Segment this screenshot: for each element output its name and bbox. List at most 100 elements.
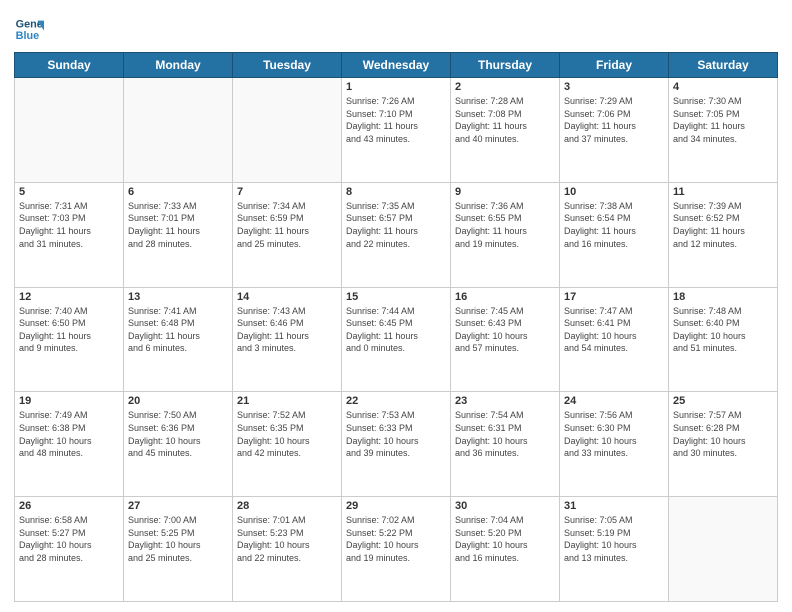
calendar-cell: 17 Sunrise: 7:47 AM Sunset: 6:41 PM Dayli… (560, 287, 669, 392)
day-info: Sunrise: 7:52 AM Sunset: 6:35 PM Dayligh… (237, 409, 337, 459)
calendar-cell: 23Sunrise: 7:54 AM Sunset: 6:31 PM Dayli… (451, 392, 560, 497)
calendar-cell: 22 Sunrise: 7:53 AM Sunset: 6:33 PM Dayli… (342, 392, 451, 497)
day-number: 7 (237, 186, 337, 198)
calendar-cell: 1 Sunrise: 7:26 AM Sunset: 7:10 PM Daylig… (342, 78, 451, 183)
day-info: Sunrise: 7:01 AM Sunset: 5:23 PM Dayligh… (237, 514, 337, 564)
calendar-cell (15, 78, 124, 183)
calendar-cell: 18Sunrise: 7:48 AM Sunset: 6:40 PM Dayli… (669, 287, 778, 392)
day-info: Sunrise: 7:36 AM Sunset: 6:55 PM Dayligh… (455, 200, 555, 250)
calendar-cell: 30 Sunrise: 7:04 AM Sunset: 5:20 PM Dayli… (451, 497, 560, 602)
day-number: 28 (237, 500, 337, 512)
calendar-cell: 9 Sunrise: 7:36 AM Sunset: 6:55 PM Daylig… (451, 182, 560, 287)
calendar-cell: 15 Sunrise: 7:44 AM Sunset: 6:45 PM Dayli… (342, 287, 451, 392)
calendar-table: SundayMondayTuesdayWednesdayThursdayFrid… (14, 52, 778, 602)
day-number: 10 (564, 186, 664, 198)
day-info: Sunrise: 7:50 AM Sunset: 6:36 PM Dayligh… (128, 409, 228, 459)
day-number: 29 (346, 500, 446, 512)
day-number: 16 (455, 291, 555, 303)
calendar-cell (669, 497, 778, 602)
day-info: Sunrise: 7:31 AM Sunset: 7:03 PM Dayligh… (19, 200, 119, 250)
day-number: 19 (19, 395, 119, 407)
weekday-header-row: SundayMondayTuesdayWednesdayThursdayFrid… (15, 53, 778, 78)
day-number: 4 (673, 81, 773, 93)
calendar-cell: 28 Sunrise: 7:01 AM Sunset: 5:23 PM Dayli… (233, 497, 342, 602)
day-number: 9 (455, 186, 555, 198)
day-number: 5 (19, 186, 119, 198)
calendar-cell: 8 Sunrise: 7:35 AM Sunset: 6:57 PM Daylig… (342, 182, 451, 287)
weekday-header-saturday: Saturday (669, 53, 778, 78)
day-number: 24 (564, 395, 664, 407)
calendar-body: 1 Sunrise: 7:26 AM Sunset: 7:10 PM Daylig… (15, 78, 778, 602)
calendar-cell: 5 Sunrise: 7:31 AM Sunset: 7:03 PM Daylig… (15, 182, 124, 287)
day-info: Sunrise: 7:30 AM Sunset: 7:05 PM Dayligh… (673, 95, 773, 145)
day-info: Sunrise: 7:47 AM Sunset: 6:41 PM Dayligh… (564, 305, 664, 355)
day-number: 20 (128, 395, 228, 407)
svg-text:Blue: Blue (16, 30, 39, 42)
day-info: Sunrise: 7:02 AM Sunset: 5:22 PM Dayligh… (346, 514, 446, 564)
day-info: Sunrise: 7:49 AM Sunset: 6:38 PM Dayligh… (19, 409, 119, 459)
logo: General Blue (14, 14, 44, 44)
day-info: Sunrise: 7:00 AM Sunset: 5:25 PM Dayligh… (128, 514, 228, 564)
calendar-cell: 6 Sunrise: 7:33 AM Sunset: 7:01 PM Daylig… (124, 182, 233, 287)
calendar-cell: 10 Sunrise: 7:38 AM Sunset: 6:54 PM Dayli… (560, 182, 669, 287)
week-row-1: 1 Sunrise: 7:26 AM Sunset: 7:10 PM Daylig… (15, 78, 778, 183)
weekday-header-monday: Monday (124, 53, 233, 78)
weekday-header-tuesday: Tuesday (233, 53, 342, 78)
day-number: 8 (346, 186, 446, 198)
calendar-cell: 7Sunrise: 7:34 AM Sunset: 6:59 PM Daylig… (233, 182, 342, 287)
day-number: 26 (19, 500, 119, 512)
calendar-cell: 25 Sunrise: 7:57 AM Sunset: 6:28 PM Dayli… (669, 392, 778, 497)
day-number: 1 (346, 81, 446, 93)
day-info: Sunrise: 7:41 AM Sunset: 6:48 PM Dayligh… (128, 305, 228, 355)
day-info: Sunrise: 7:26 AM Sunset: 7:10 PM Dayligh… (346, 95, 446, 145)
day-info: Sunrise: 7:29 AM Sunset: 7:06 PM Dayligh… (564, 95, 664, 145)
day-info: Sunrise: 7:35 AM Sunset: 6:57 PM Dayligh… (346, 200, 446, 250)
day-info: Sunrise: 6:58 AM Sunset: 5:27 PM Dayligh… (19, 514, 119, 564)
day-info: Sunrise: 7:04 AM Sunset: 5:20 PM Dayligh… (455, 514, 555, 564)
calendar-cell: 29 Sunrise: 7:02 AM Sunset: 5:22 PM Dayli… (342, 497, 451, 602)
weekday-header-friday: Friday (560, 53, 669, 78)
weekday-header-sunday: Sunday (15, 53, 124, 78)
day-number: 30 (455, 500, 555, 512)
week-row-2: 5 Sunrise: 7:31 AM Sunset: 7:03 PM Daylig… (15, 182, 778, 287)
calendar-cell (124, 78, 233, 183)
day-number: 2 (455, 81, 555, 93)
day-number: 11 (673, 186, 773, 198)
day-number: 31 (564, 500, 664, 512)
day-number: 13 (128, 291, 228, 303)
calendar-cell: 27Sunrise: 7:00 AM Sunset: 5:25 PM Dayli… (124, 497, 233, 602)
day-number: 22 (346, 395, 446, 407)
day-number: 21 (237, 395, 337, 407)
day-info: Sunrise: 7:33 AM Sunset: 7:01 PM Dayligh… (128, 200, 228, 250)
day-info: Sunrise: 7:48 AM Sunset: 6:40 PM Dayligh… (673, 305, 773, 355)
calendar-cell (233, 78, 342, 183)
calendar-cell: 11 Sunrise: 7:39 AM Sunset: 6:52 PM Dayli… (669, 182, 778, 287)
day-info: Sunrise: 7:57 AM Sunset: 6:28 PM Dayligh… (673, 409, 773, 459)
day-number: 15 (346, 291, 446, 303)
day-info: Sunrise: 7:39 AM Sunset: 6:52 PM Dayligh… (673, 200, 773, 250)
day-info: Sunrise: 7:38 AM Sunset: 6:54 PM Dayligh… (564, 200, 664, 250)
calendar-cell: 4 Sunrise: 7:30 AM Sunset: 7:05 PM Daylig… (669, 78, 778, 183)
day-number: 14 (237, 291, 337, 303)
header: General Blue (14, 10, 778, 44)
day-info: Sunrise: 7:40 AM Sunset: 6:50 PM Dayligh… (19, 305, 119, 355)
day-info: Sunrise: 7:44 AM Sunset: 6:45 PM Dayligh… (346, 305, 446, 355)
day-info: Sunrise: 7:45 AM Sunset: 6:43 PM Dayligh… (455, 305, 555, 355)
svg-text:General: General (16, 18, 44, 30)
day-info: Sunrise: 7:28 AM Sunset: 7:08 PM Dayligh… (455, 95, 555, 145)
day-number: 25 (673, 395, 773, 407)
day-number: 12 (19, 291, 119, 303)
calendar-cell: 2 Sunrise: 7:28 AM Sunset: 7:08 PM Daylig… (451, 78, 560, 183)
calendar-cell: 3Sunrise: 7:29 AM Sunset: 7:06 PM Daylig… (560, 78, 669, 183)
day-info: Sunrise: 7:56 AM Sunset: 6:30 PM Dayligh… (564, 409, 664, 459)
calendar-cell: 24 Sunrise: 7:56 AM Sunset: 6:30 PM Dayli… (560, 392, 669, 497)
day-number: 6 (128, 186, 228, 198)
weekday-header-thursday: Thursday (451, 53, 560, 78)
day-info: Sunrise: 7:53 AM Sunset: 6:33 PM Dayligh… (346, 409, 446, 459)
calendar-cell: 12 Sunrise: 7:40 AM Sunset: 6:50 PM Dayli… (15, 287, 124, 392)
calendar-cell: 20 Sunrise: 7:50 AM Sunset: 6:36 PM Dayli… (124, 392, 233, 497)
calendar-cell: 21 Sunrise: 7:52 AM Sunset: 6:35 PM Dayli… (233, 392, 342, 497)
day-number: 17 (564, 291, 664, 303)
logo-icon: General Blue (14, 14, 44, 44)
calendar-cell: 31Sunrise: 7:05 AM Sunset: 5:19 PM Dayli… (560, 497, 669, 602)
